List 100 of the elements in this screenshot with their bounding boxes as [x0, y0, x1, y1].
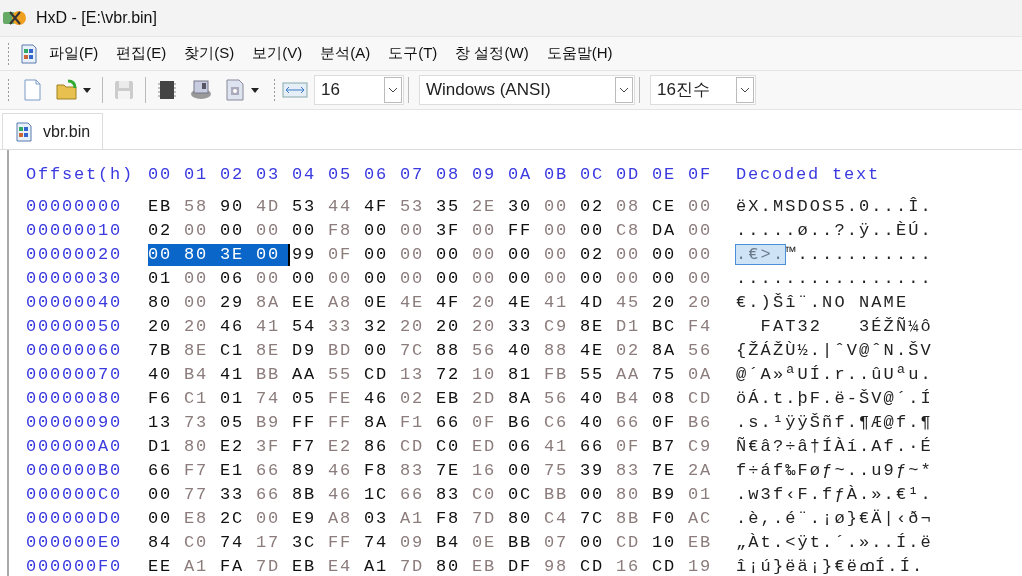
- hex-byte[interactable]: 98: [544, 556, 580, 576]
- menu-item[interactable]: 창 설정(W): [450, 40, 534, 67]
- hex-byte[interactable]: 35: [436, 196, 472, 218]
- hex-byte[interactable]: 19: [688, 556, 724, 576]
- hex-byte[interactable]: 86: [364, 436, 400, 458]
- hex-byte[interactable]: ED: [472, 436, 508, 458]
- hex-byte[interactable]: 00: [652, 244, 688, 266]
- hex-byte[interactable]: 66: [256, 484, 292, 506]
- hex-byte[interactable]: 00: [364, 340, 400, 362]
- hex-byte[interactable]: 46: [220, 316, 256, 338]
- hex-byte[interactable]: 53: [400, 196, 436, 218]
- hex-byte[interactable]: 20: [400, 316, 436, 338]
- hex-byte[interactable]: A1: [364, 556, 400, 576]
- hex-byte[interactable]: 88: [544, 340, 580, 362]
- hex-byte[interactable]: BB: [544, 484, 580, 506]
- hex-byte[interactable]: 55: [580, 364, 616, 386]
- hex-byte[interactable]: 41: [544, 436, 580, 458]
- hex-byte[interactable]: 00: [220, 220, 256, 242]
- hex-byte[interactable]: 20: [436, 316, 472, 338]
- hex-byte[interactable]: 00: [292, 220, 328, 242]
- hex-byte[interactable]: 81: [508, 364, 544, 386]
- hex-byte[interactable]: F8: [328, 220, 364, 242]
- hex-byte[interactable]: F8: [436, 508, 472, 530]
- hex-byte[interactable]: 7B: [148, 340, 184, 362]
- hex-byte[interactable]: 1C: [364, 484, 400, 506]
- hex-byte[interactable]: B6: [508, 412, 544, 434]
- hex-byte[interactable]: 74: [220, 532, 256, 554]
- menu-item[interactable]: 분석(A): [315, 40, 376, 67]
- hex-byte[interactable]: 05: [292, 388, 328, 410]
- hex-byte[interactable]: 54: [292, 316, 328, 338]
- hex-byte[interactable]: 2A: [688, 460, 724, 482]
- hex-byte[interactable]: 66: [616, 412, 652, 434]
- hex-byte[interactable]: 00: [184, 220, 220, 242]
- hex-byte[interactable]: C1: [220, 340, 256, 362]
- hex-byte[interactable]: 40: [580, 388, 616, 410]
- hex-byte[interactable]: AA: [616, 364, 652, 386]
- hex-byte[interactable]: 00: [508, 268, 544, 290]
- hex-byte[interactable]: 00: [544, 268, 580, 290]
- hex-byte[interactable]: C1: [184, 388, 220, 410]
- hex-byte[interactable]: 2E: [472, 196, 508, 218]
- hex-byte[interactable]: 13: [400, 364, 436, 386]
- hex-byte[interactable]: 08: [652, 388, 688, 410]
- hex-byte[interactable]: 10: [472, 364, 508, 386]
- hex-byte[interactable]: 02: [580, 244, 616, 266]
- hex-byte[interactable]: 56: [688, 340, 724, 362]
- hex-byte[interactable]: 08: [616, 196, 652, 218]
- hex-byte[interactable]: 2C: [220, 508, 256, 530]
- hex-byte[interactable]: 56: [544, 388, 580, 410]
- hex-byte[interactable]: 00: [688, 220, 724, 242]
- hex-byte[interactable]: AA: [292, 364, 328, 386]
- hex-byte[interactable]: 00: [652, 268, 688, 290]
- hex-byte[interactable]: 7D: [256, 556, 292, 576]
- hex-byte[interactable]: 02: [148, 220, 184, 242]
- hex-byte[interactable]: 00: [148, 508, 184, 530]
- hex-byte[interactable]: 0C: [508, 484, 544, 506]
- hex-byte[interactable]: 40: [148, 364, 184, 386]
- hex-byte[interactable]: 80: [616, 484, 652, 506]
- hex-byte[interactable]: F7: [184, 460, 220, 482]
- hex-byte[interactable]: 33: [220, 484, 256, 506]
- hex-byte[interactable]: 84: [148, 532, 184, 554]
- hex-byte[interactable]: 32: [364, 316, 400, 338]
- hex-byte[interactable]: BC: [652, 316, 688, 338]
- hex-byte[interactable]: C0: [184, 532, 220, 554]
- hex-byte[interactable]: 7C: [400, 340, 436, 362]
- hex-byte[interactable]: 20: [148, 316, 184, 338]
- hex-byte[interactable]: F8: [364, 460, 400, 482]
- hex-byte[interactable]: 00: [580, 268, 616, 290]
- hex-byte[interactable]: 20: [184, 316, 220, 338]
- hex-byte[interactable]: 20: [688, 292, 724, 314]
- hex-byte[interactable]: EB: [436, 388, 472, 410]
- hex-byte[interactable]: 3F: [436, 220, 472, 242]
- hex-byte[interactable]: 00: [688, 196, 724, 218]
- hex-byte[interactable]: AC: [688, 508, 724, 530]
- hex-byte[interactable]: 8A: [364, 412, 400, 434]
- hex-byte[interactable]: 00: [400, 220, 436, 242]
- hex-byte[interactable]: 01: [688, 484, 724, 506]
- hex-byte[interactable]: 0E: [472, 532, 508, 554]
- hex-byte[interactable]: B4: [436, 532, 472, 554]
- hex-byte[interactable]: 83: [436, 484, 472, 506]
- hex-byte[interactable]: 00: [544, 244, 580, 266]
- hex-byte[interactable]: 56: [472, 340, 508, 362]
- hex-byte[interactable]: 4E: [400, 292, 436, 314]
- hex-byte[interactable]: 45: [616, 292, 652, 314]
- hex-byte[interactable]: 00: [256, 508, 292, 530]
- hex-byte[interactable]: BB: [256, 364, 292, 386]
- hex-byte[interactable]: C4: [544, 508, 580, 530]
- hex-byte[interactable]: CD: [364, 364, 400, 386]
- menu-item[interactable]: 편집(E): [111, 40, 172, 67]
- hex-byte[interactable]: 16: [472, 460, 508, 482]
- hex-byte[interactable]: FA: [220, 556, 256, 576]
- hex-byte[interactable]: 00: [616, 244, 652, 266]
- hex-byte[interactable]: 80: [508, 508, 544, 530]
- hex-byte[interactable]: C9: [544, 316, 580, 338]
- hex-byte[interactable]: 66: [580, 436, 616, 458]
- menu-item[interactable]: 파일(F): [44, 40, 104, 67]
- hex-byte[interactable]: C0: [472, 484, 508, 506]
- hex-byte[interactable]: 00: [544, 196, 580, 218]
- hex-byte[interactable]: EB: [688, 532, 724, 554]
- hex-byte[interactable]: 41: [220, 364, 256, 386]
- hex-byte[interactable]: F4: [688, 316, 724, 338]
